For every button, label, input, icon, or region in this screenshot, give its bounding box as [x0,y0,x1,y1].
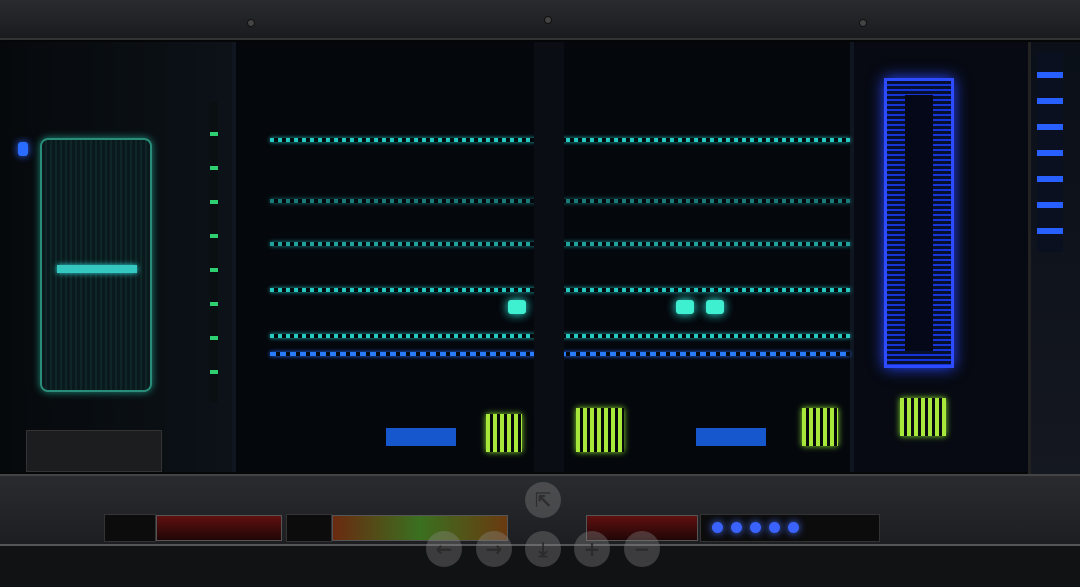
next-button[interactable]: → [476,531,512,567]
screw [247,19,255,27]
eq-meter [802,408,838,446]
center-server-bay [232,42,854,472]
previous-button[interactable]: ← [426,531,462,567]
screw [859,19,867,27]
plus-icon: + [583,537,601,561]
zoom-in-button[interactable]: + [574,531,610,567]
blue-led [769,522,780,533]
glow-led [676,300,694,314]
port-slot [104,514,156,542]
blue-led [731,522,742,533]
eq-meter [576,408,624,452]
drive-module [26,430,162,472]
download-button[interactable]: ⤓ [525,531,561,567]
download-icon: ⤓ [538,537,548,561]
left-display-panel [40,138,152,392]
blue-led [788,522,799,533]
level-meter-red [156,515,282,541]
arrow-right-icon: → [485,537,503,561]
glow-led [706,300,724,314]
blue-module [386,428,456,446]
display-bar [57,265,137,273]
eq-meter [900,398,946,436]
divider [534,42,564,472]
led-strip [210,102,218,402]
arrow-left-icon: ← [435,537,453,561]
blue-led [712,522,723,533]
screw [544,16,552,24]
status-led [18,142,28,156]
blue-led [750,522,761,533]
minus-icon: − [633,537,651,561]
glow-led [508,300,526,314]
share-icon: ⇱ [534,488,552,512]
port-slot [286,514,332,542]
far-right-rack [1028,42,1080,492]
zoom-out-button[interactable]: − [624,531,660,567]
share-button[interactable]: ⇱ [525,482,561,518]
blue-module [696,428,766,446]
led-strip [1037,52,1063,252]
right-display-panel [884,78,954,368]
panel-window [905,95,933,351]
rack-top-frame [0,0,1080,40]
eq-meter [486,414,522,452]
